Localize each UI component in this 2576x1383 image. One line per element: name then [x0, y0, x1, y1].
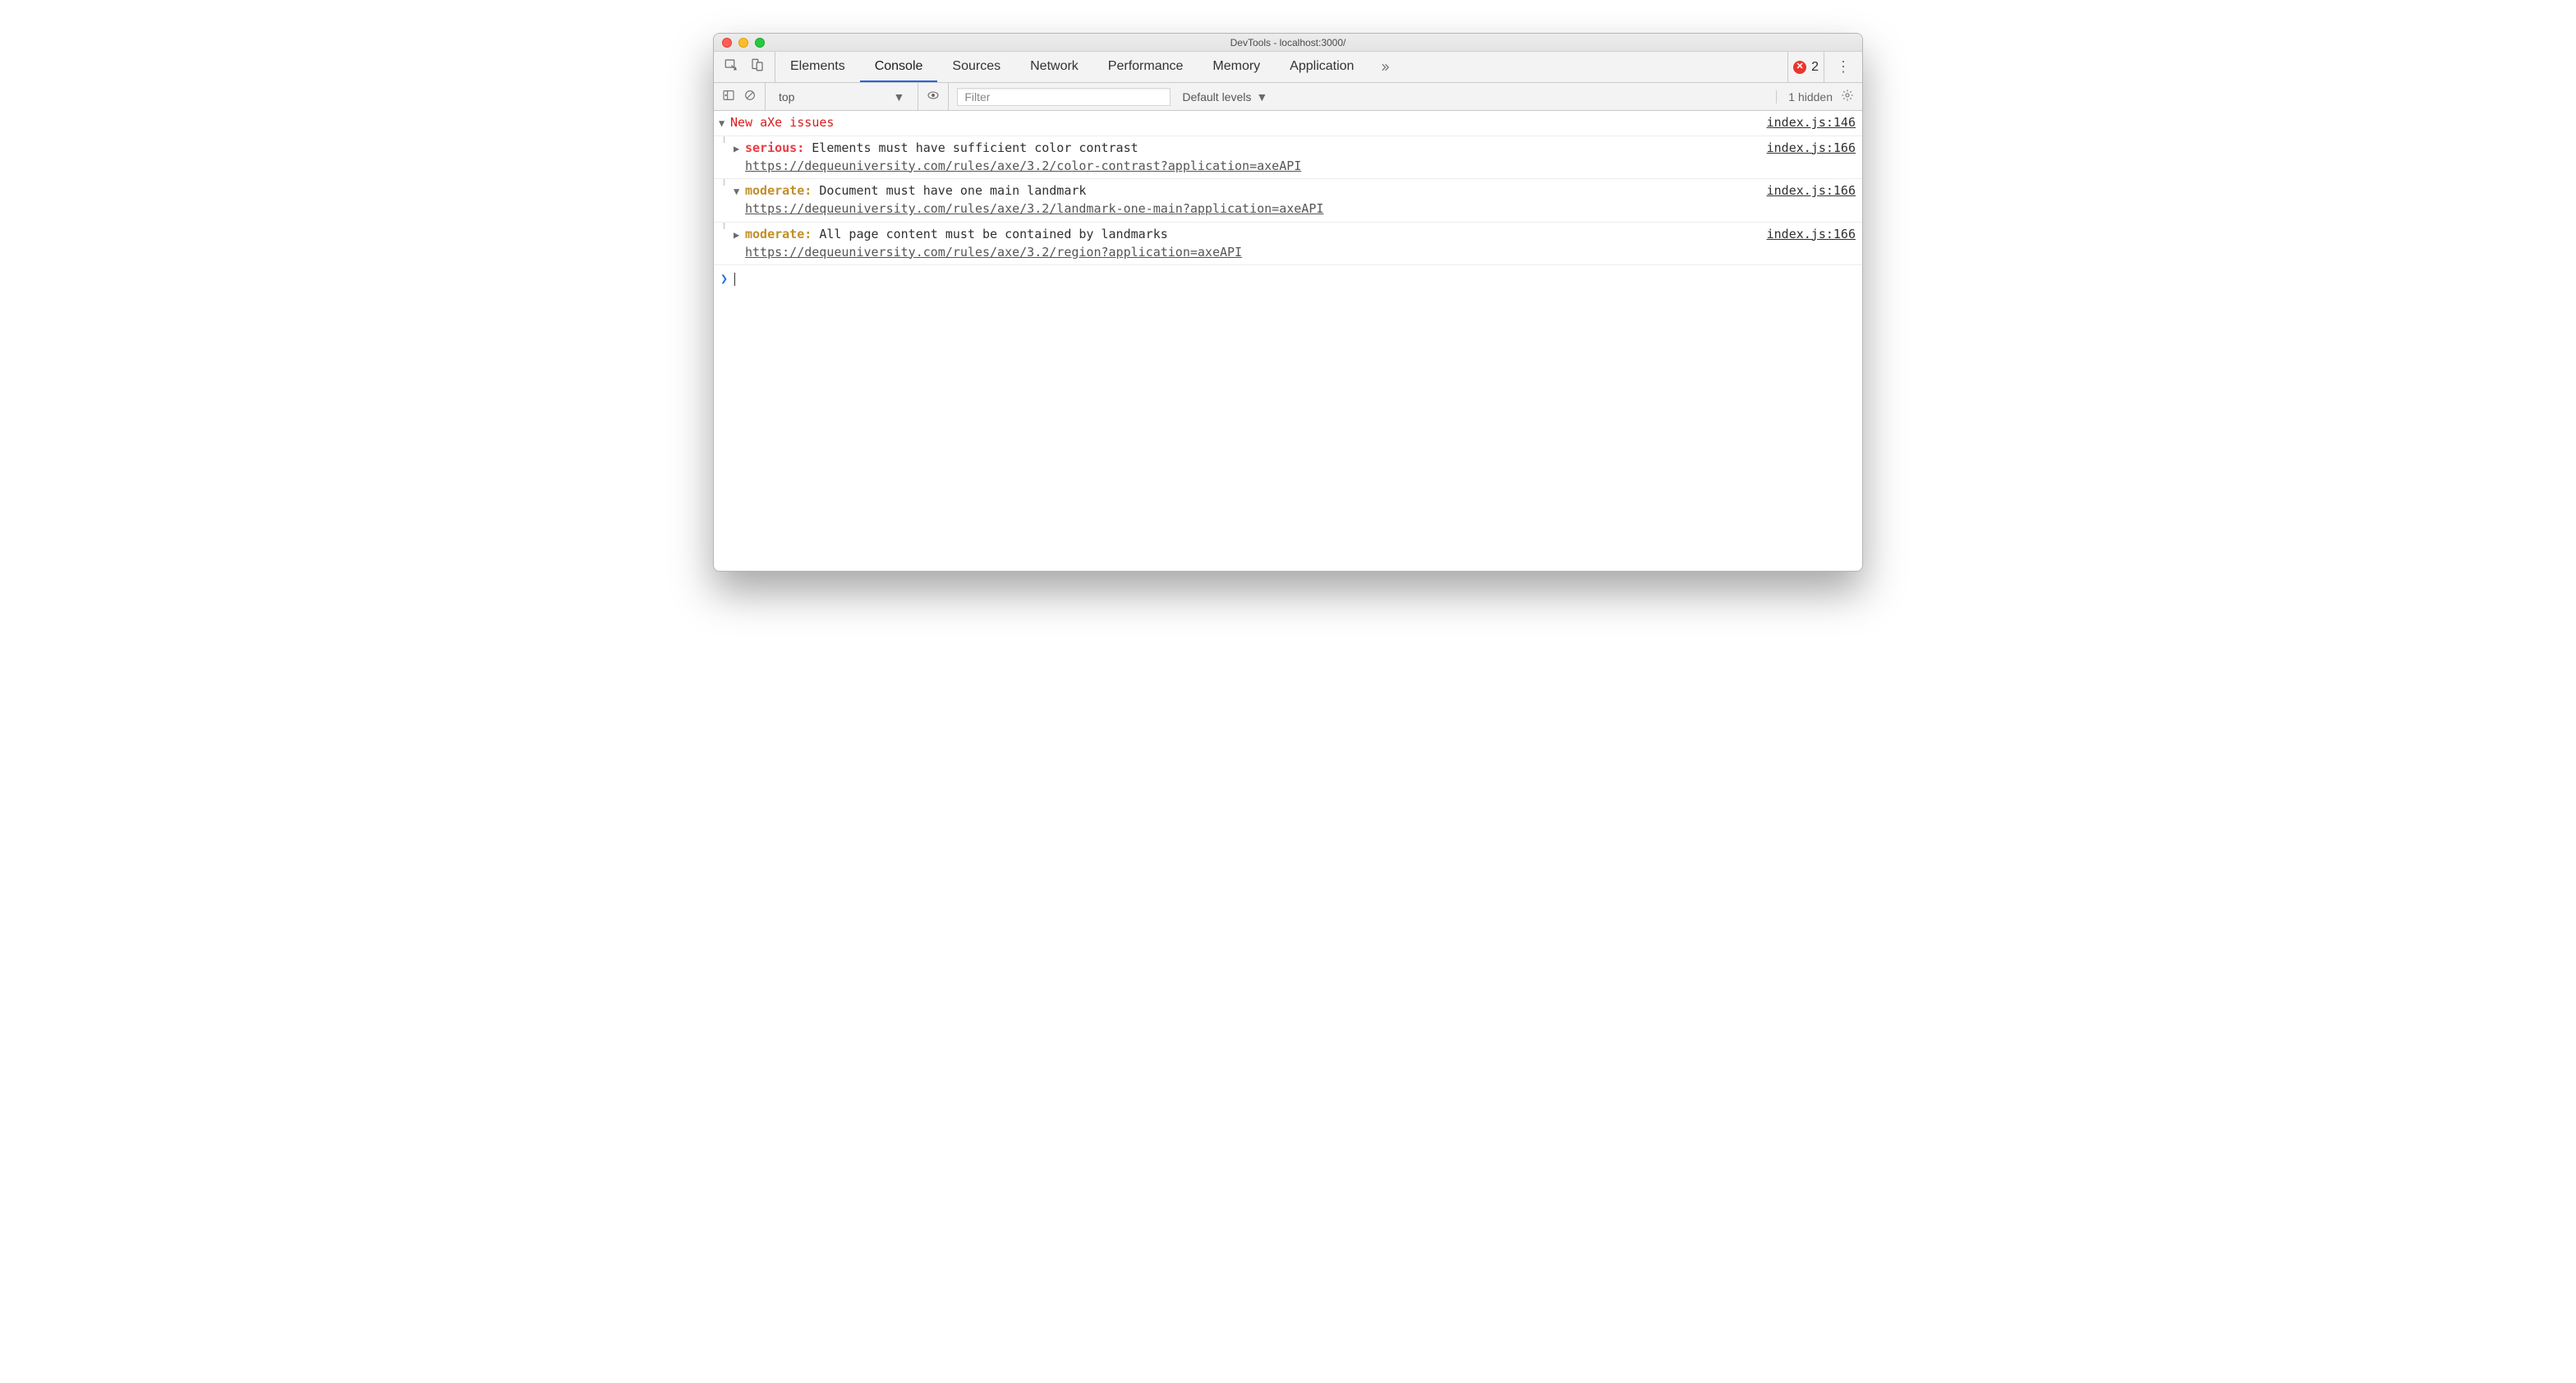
- more-tabs-button[interactable]: [1368, 60, 1400, 75]
- console-message: moderate: Document must have one main la…: [745, 182, 1767, 218]
- titlebar: DevTools - localhost:3000/: [714, 34, 1862, 52]
- chevron-down-icon: ▼: [893, 90, 904, 103]
- maximize-window-button[interactable]: [755, 38, 765, 48]
- tab-network[interactable]: Network: [1015, 52, 1093, 82]
- window-title: DevTools - localhost:3000/: [714, 37, 1862, 48]
- tab-elements[interactable]: Elements: [775, 52, 860, 82]
- console-entry[interactable]: ▼moderate: Document must have one main l…: [714, 179, 1862, 223]
- inspect-element-icon[interactable]: [724, 57, 738, 76]
- log-level-select[interactable]: Default levels ▼: [1182, 90, 1267, 103]
- chevron-down-icon: ▼: [1256, 90, 1267, 103]
- prompt-chevron-icon: ❯: [720, 270, 734, 288]
- disclosure-triangle-icon[interactable]: ▶: [734, 226, 745, 242]
- window-controls: [714, 38, 765, 48]
- console-toolbar: top ▼ Default levels ▼ 1 hidden: [714, 83, 1862, 111]
- devtools-menu-button[interactable]: ⋮: [1824, 58, 1862, 76]
- log-level-label: Default levels: [1182, 90, 1251, 103]
- message-text: Elements must have sufficient color cont…: [812, 140, 1138, 155]
- severity-label: moderate:: [745, 183, 812, 198]
- execution-context-select[interactable]: top ▼: [774, 90, 909, 103]
- disclosure-triangle-icon[interactable]: ▼: [719, 114, 730, 131]
- error-icon: ✕: [1793, 61, 1806, 74]
- console-prompt[interactable]: ❯: [714, 265, 1862, 293]
- tab-console[interactable]: Console: [860, 52, 938, 82]
- tab-performance[interactable]: Performance: [1093, 52, 1198, 82]
- panel-tabstrip: ElementsConsoleSourcesNetworkPerformance…: [714, 52, 1862, 83]
- minimize-window-button[interactable]: [738, 38, 748, 48]
- source-link[interactable]: index.js:166: [1767, 182, 1856, 200]
- tab-application[interactable]: Application: [1275, 52, 1368, 82]
- console-entry[interactable]: ▶serious: Elements must have sufficient …: [714, 136, 1862, 180]
- live-expression-icon[interactable]: [927, 89, 940, 104]
- source-link[interactable]: index.js:166: [1767, 226, 1856, 244]
- help-url-link[interactable]: https://dequeuniversity.com/rules/axe/3.…: [745, 245, 1242, 260]
- help-url-link[interactable]: https://dequeuniversity.com/rules/axe/3.…: [745, 201, 1323, 216]
- severity-label: moderate:: [745, 227, 812, 241]
- toggle-device-icon[interactable]: [750, 57, 765, 76]
- console-message: moderate: All page content must be conta…: [745, 226, 1767, 262]
- console-settings-icon[interactable]: [1841, 89, 1854, 104]
- source-link[interactable]: index.js:166: [1767, 140, 1856, 158]
- tab-memory[interactable]: Memory: [1198, 52, 1275, 82]
- console-group-title: New aXe issues: [730, 114, 1767, 132]
- console-entry[interactable]: ▶moderate: All page content must be cont…: [714, 223, 1862, 266]
- hidden-messages-count[interactable]: 1 hidden: [1776, 90, 1833, 103]
- disclosure-triangle-icon[interactable]: ▼: [734, 182, 745, 199]
- console-message: serious: Elements must have sufficient c…: [745, 140, 1767, 176]
- error-count: 2: [1811, 60, 1819, 75]
- message-text: All page content must be contained by la…: [819, 227, 1167, 241]
- severity-label: serious:: [745, 140, 804, 155]
- close-window-button[interactable]: [722, 38, 732, 48]
- clear-console-icon[interactable]: [743, 89, 757, 104]
- execution-context-label: top: [779, 90, 794, 103]
- disclosure-triangle-icon[interactable]: ▶: [734, 140, 745, 156]
- message-text: Document must have one main landmark: [819, 183, 1086, 198]
- filter-input[interactable]: [957, 88, 1171, 106]
- devtools-window: DevTools - localhost:3000/ ElementsConso…: [713, 33, 1863, 572]
- source-link[interactable]: index.js:146: [1767, 114, 1856, 132]
- console-output: ▼ New aXe issues index.js:146 ▶serious: …: [714, 111, 1862, 571]
- toggle-sidebar-icon[interactable]: [722, 89, 735, 104]
- prompt-cursor: [734, 273, 735, 286]
- help-url-link[interactable]: https://dequeuniversity.com/rules/axe/3.…: [745, 159, 1301, 173]
- error-count-badge[interactable]: ✕ 2: [1787, 52, 1824, 82]
- console-group-header[interactable]: ▼ New aXe issues index.js:146: [714, 111, 1862, 136]
- tab-sources[interactable]: Sources: [937, 52, 1015, 82]
